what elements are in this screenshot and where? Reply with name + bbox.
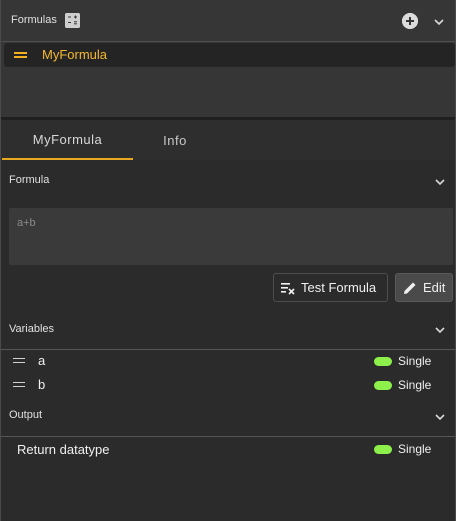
variable-row[interactable]: a Single <box>1 350 455 372</box>
test-formula-label: Test Formula <box>301 280 377 295</box>
chevron-down-icon[interactable] <box>434 176 446 188</box>
calculator-icon[interactable] <box>65 13 80 28</box>
formulas-panel: Formulas MyFormula <box>1 0 455 117</box>
variables-section-title: Variables <box>9 323 55 335</box>
formulas-panel-title: Formulas <box>11 14 57 26</box>
datatype-indicator <box>374 445 392 454</box>
drag-handle-icon[interactable] <box>14 52 27 58</box>
edit-label: Edit <box>423 280 446 295</box>
formula-list-item[interactable]: MyFormula <box>4 43 455 67</box>
tab-myformula[interactable]: MyFormula <box>2 120 133 160</box>
output-row[interactable]: Return datatype Single <box>1 438 455 460</box>
pencil-icon <box>402 280 418 296</box>
drag-handle-icon[interactable] <box>13 358 25 363</box>
variable-name: a <box>38 353 46 368</box>
variables-section-header[interactable]: Variables <box>1 319 455 343</box>
chevron-down-icon[interactable] <box>434 324 446 336</box>
return-datatype-label: Return datatype <box>17 442 110 457</box>
formula-list-item-label: MyFormula <box>42 47 108 62</box>
chevron-down-icon[interactable] <box>434 411 446 423</box>
test-formula-button[interactable]: Test Formula <box>273 273 388 302</box>
variable-row[interactable]: b Single <box>1 374 455 396</box>
output-datatype[interactable]: Single <box>398 442 431 456</box>
formula-expression-field[interactable]: a+b <box>9 208 453 265</box>
formula-expression: a+b <box>17 217 36 229</box>
tab-info[interactable]: Info <box>133 120 217 160</box>
datatype-indicator <box>374 381 392 390</box>
datatype-indicator <box>374 357 392 366</box>
variable-datatype[interactable]: Single <box>398 378 431 392</box>
output-section-header[interactable]: Output <box>1 405 455 429</box>
playlist-check-icon <box>280 280 296 296</box>
chevron-down-icon[interactable] <box>433 16 445 28</box>
drag-handle-icon[interactable] <box>13 382 25 387</box>
section-divider <box>1 436 455 437</box>
tab-bar: MyFormula Info <box>1 120 455 160</box>
formula-section-header[interactable]: Formula <box>1 170 455 194</box>
add-circle-icon[interactable] <box>402 13 418 29</box>
variable-name: b <box>38 377 46 392</box>
variable-datatype[interactable]: Single <box>398 354 431 368</box>
formulas-panel-header: Formulas <box>1 0 455 42</box>
edit-button[interactable]: Edit <box>395 273 453 302</box>
output-section-title: Output <box>9 409 43 421</box>
formula-section-title: Formula <box>9 174 50 186</box>
